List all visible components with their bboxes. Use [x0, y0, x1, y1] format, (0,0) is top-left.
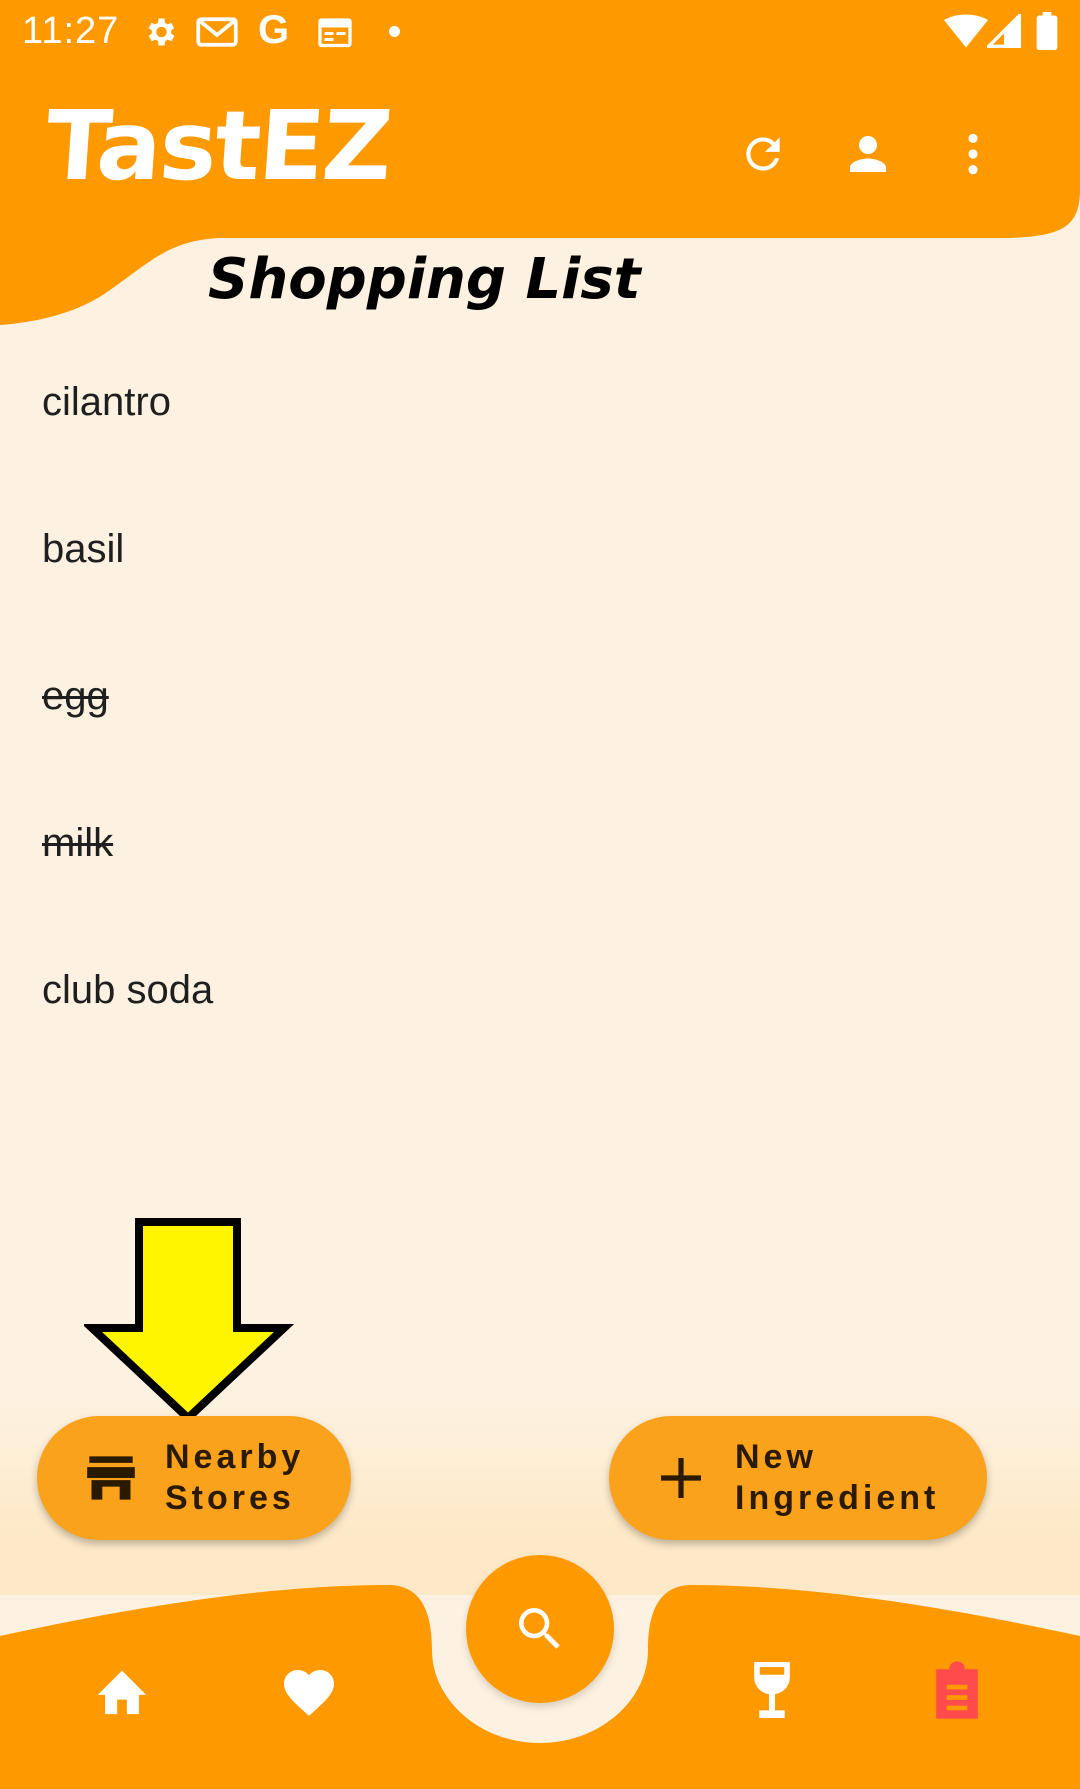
list-item[interactable]: milk [0, 771, 1080, 918]
list-item-label: egg [42, 674, 109, 718]
list-item-label: basil [42, 527, 125, 571]
google-icon: G [258, 8, 290, 52]
refresh-button[interactable] [727, 118, 799, 190]
notification-dot-icon [389, 26, 400, 37]
list-item-label: milk [42, 821, 114, 865]
status-time: 11:27 [22, 10, 120, 52]
list-item[interactable]: cilantro [0, 330, 1080, 477]
nav-favorites-button[interactable] [264, 1645, 354, 1735]
new-ingredient-label-line2: Ingredient [735, 1479, 940, 1517]
list-item[interactable]: egg [0, 624, 1080, 771]
battery-icon [1036, 12, 1058, 50]
overflow-menu-button[interactable] [937, 118, 1009, 190]
nearby-stores-button[interactable]: Nearby Stores [37, 1416, 351, 1540]
gmail-icon [196, 17, 238, 47]
person-icon [850, 136, 886, 172]
app-logo: TastEZ [42, 90, 395, 202]
more-vert-icon [968, 133, 978, 175]
settings-icon [148, 18, 175, 46]
search-button[interactable] [466, 1555, 614, 1703]
wine-glass-icon [754, 1662, 790, 1718]
list-item-label: cilantro [42, 380, 171, 424]
page-title: Shopping List [208, 247, 641, 312]
nearby-stores-label-line2: Stores [165, 1479, 295, 1517]
list-item-label: club soda [42, 968, 214, 1012]
list-item[interactable]: club soda [0, 918, 1080, 1065]
heart-icon [284, 1670, 334, 1716]
calendar-icon [318, 18, 352, 48]
store-icon [87, 1456, 135, 1500]
list-item[interactable]: basil [0, 477, 1080, 624]
nav-shopping-list-button[interactable] [912, 1645, 1002, 1735]
refresh-icon [746, 137, 780, 171]
search-icon [519, 1608, 560, 1649]
new-ingredient-button[interactable]: New Ingredient [609, 1416, 987, 1540]
nav-drinks-button[interactable] [727, 1645, 817, 1735]
nearby-stores-label-line1: Nearby [165, 1438, 305, 1476]
new-ingredient-label-line1: New [735, 1438, 817, 1476]
wifi-icon [944, 14, 988, 48]
nav-home-button[interactable] [77, 1645, 167, 1735]
status-bar: 11:27 G [0, 0, 1080, 62]
plus-icon [661, 1458, 701, 1498]
clipboard-list-icon [936, 1661, 978, 1719]
account-button[interactable] [832, 118, 904, 190]
shopping-list: cilantro basil egg milk club soda [0, 330, 1080, 1065]
home-icon [97, 1670, 147, 1715]
cellular-signal-icon [987, 14, 1021, 48]
annotation-arrow-icon [84, 1218, 294, 1424]
